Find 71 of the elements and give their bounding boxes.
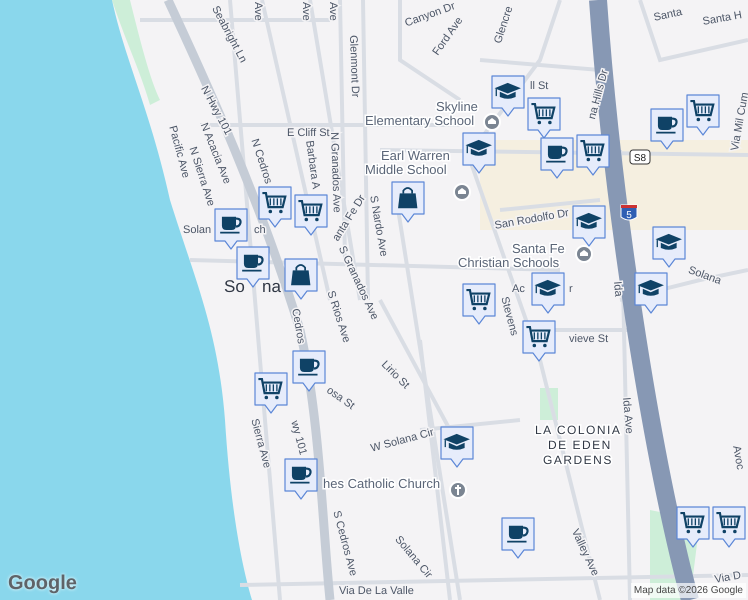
street-label: Via Mil Cum — [729, 92, 748, 152]
shopping-cart-marker[interactable] — [527, 97, 561, 139]
graduation-cap-marker[interactable] — [652, 226, 686, 268]
school-poi-icon[interactable] — [575, 245, 593, 263]
coffee-cup-marker[interactable] — [284, 458, 318, 500]
shopping-cart-marker[interactable] — [712, 506, 746, 548]
street-label: Sierra Ave — [248, 418, 273, 470]
street-label: Glenmont Dr — [346, 34, 361, 98]
street-label: Barbara A — [302, 140, 322, 190]
street-label: Ac — [512, 283, 525, 296]
street-label: wy 101 — [288, 420, 309, 456]
shopping-cart-marker[interactable] — [462, 283, 496, 325]
coffee-cup-marker[interactable] — [292, 350, 326, 392]
coffee-cup-marker[interactable] — [501, 517, 535, 559]
street-label: Ave — [300, 2, 312, 21]
map-attribution: Map data ©2026 Google — [630, 583, 746, 598]
place-label: Earl Warren Middle School — [365, 148, 450, 177]
street-label: Stevens — [498, 296, 520, 338]
graduation-cap-marker[interactable] — [634, 272, 668, 314]
street-label: Valley Ave — [568, 527, 601, 578]
street-label: S Nardo Ave — [366, 194, 390, 258]
city-label: na — [262, 277, 281, 296]
street-label: Ida Ave — [620, 396, 635, 434]
place-label: Santa Fe Christian Schools — [458, 241, 565, 270]
street-label: r — [569, 283, 573, 296]
graduation-cap-marker[interactable] — [491, 75, 525, 117]
place-label: ch — [254, 224, 266, 236]
city-label: So — [224, 277, 245, 296]
highway-shield: 5 — [620, 204, 638, 221]
street-label: Ave — [252, 2, 264, 21]
shopping-bag-marker[interactable] — [284, 258, 318, 300]
place-label: Skyline Elementary School — [365, 99, 478, 128]
street-label: vieve St — [569, 333, 608, 346]
street-label: San Rodolfo Dr — [494, 207, 570, 232]
street-label: Santa H — [702, 9, 743, 28]
street-label: S Cedros Ave — [330, 510, 360, 578]
street-label: Lirio St — [378, 358, 412, 392]
street-label: na Hills Dr — [586, 68, 611, 121]
street-label: Via De La Valle — [339, 585, 414, 598]
street-label: ll St — [530, 80, 548, 92]
street-label: S Rios Ave — [324, 289, 352, 344]
street-label: Solana — [686, 264, 723, 288]
graduation-cap-marker[interactable] — [572, 205, 606, 247]
church-poi-icon[interactable] — [449, 481, 467, 499]
place-label: hes Catholic Church — [323, 476, 440, 491]
neighborhood-label: LA COLONIA DE EDEN GARDENS — [535, 423, 622, 467]
shopping-bag-marker[interactable] — [391, 181, 425, 223]
street-label: Avoc — [730, 444, 746, 471]
street-label: N Cedros — [248, 137, 274, 186]
coffee-cup-marker[interactable] — [214, 208, 248, 250]
street-label: Santa — [652, 6, 684, 24]
shopping-cart-marker[interactable] — [294, 194, 328, 236]
google-logo[interactable]: Google — [8, 568, 77, 598]
shopping-cart-marker[interactable] — [676, 506, 710, 548]
graduation-cap-marker[interactable] — [440, 426, 474, 468]
highway-shield: S8 — [630, 150, 650, 164]
graduation-cap-marker[interactable] — [462, 132, 496, 174]
street-label: Ida — [610, 280, 624, 298]
shopping-cart-marker[interactable] — [686, 94, 720, 136]
street-label: Cedros — [288, 308, 307, 345]
shopping-cart-marker[interactable] — [522, 320, 556, 362]
street-label: E Cliff St — [287, 127, 330, 140]
street-label: osa St — [324, 384, 357, 412]
graduation-cap-marker[interactable] — [531, 272, 565, 314]
school-poi-icon[interactable] — [453, 183, 471, 201]
place-label: Solan — [183, 224, 212, 236]
school-poi-icon[interactable] — [483, 113, 501, 131]
street-label: Ave — [326, 2, 339, 21]
shopping-cart-marker[interactable] — [254, 372, 288, 414]
street-label: Glencre — [492, 4, 516, 46]
street-label: W Solana Cir — [370, 426, 436, 455]
